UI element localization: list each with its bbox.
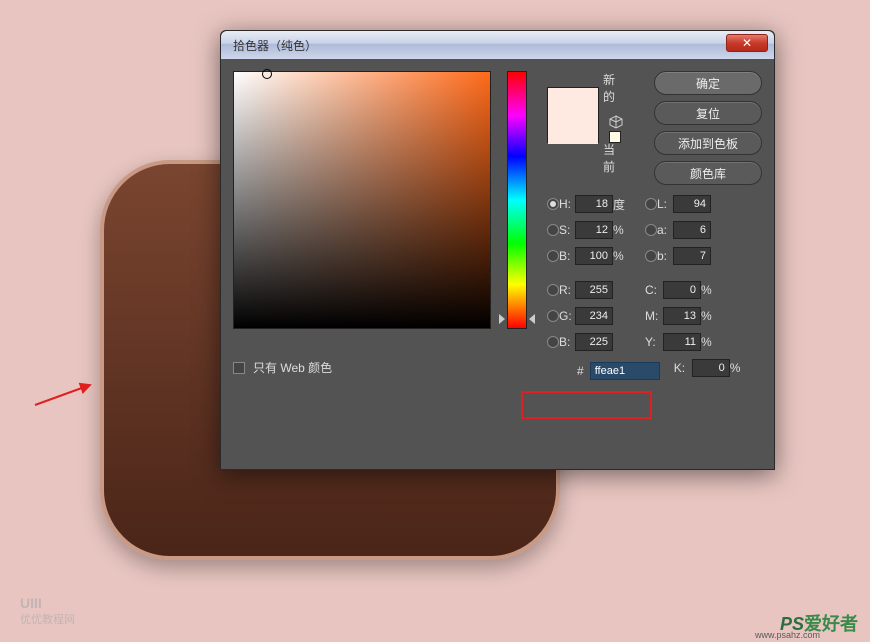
dialog-body: 只有 Web 颜色 新的 当前 确定 复位 添加到色板 颜色库 [221,59,774,469]
unit-m: % [701,309,717,323]
input-b-lab[interactable] [673,247,711,265]
hue-indicator-left-icon [499,314,505,324]
close-button[interactable]: ✕ [726,34,768,52]
label-a: a: [657,223,673,237]
input-b-hsb[interactable] [575,247,613,265]
dialog-title: 拾色器（纯色） [233,37,317,54]
saturation-value-picker[interactable] [233,71,491,329]
radio-s[interactable] [547,224,559,236]
unit-s: % [613,223,629,237]
radio-b-rgb[interactable] [547,336,559,348]
label-s: S: [559,223,575,237]
web-only-checkbox[interactable] [233,362,245,374]
add-swatch-button[interactable]: 添加到色板 [654,131,762,155]
label-b-lab: b: [657,249,673,263]
color-picker-dialog: 拾色器（纯色） ✕ 只有 Web 颜色 [220,30,775,470]
color-library-button[interactable]: 颜色库 [654,161,762,185]
radio-h[interactable] [547,198,559,210]
label-m: M: [645,309,663,323]
watermark-url: www.psahz.com [755,630,820,640]
radio-l[interactable] [645,198,657,210]
radio-b-hsb[interactable] [547,250,559,262]
label-r: R: [559,283,575,297]
input-a[interactable] [673,221,711,239]
label-k: K: [674,361,692,375]
hue-indicator-right-icon [529,314,535,324]
unit-h: 度 [613,196,629,213]
label-hex: # [577,364,584,378]
new-color-label: 新的 [603,71,615,105]
input-c[interactable] [663,281,701,299]
input-l[interactable] [673,195,711,213]
web-only-label: 只有 Web 颜色 [253,359,332,376]
radio-r[interactable] [547,284,559,296]
input-s[interactable] [575,221,613,239]
label-l: L: [657,197,673,211]
radio-a[interactable] [645,224,657,236]
watermark-left: UIII 优优教程网 [20,595,75,627]
input-g[interactable] [575,307,613,325]
websafe-swatch[interactable] [609,131,621,143]
ok-button[interactable]: 确定 [654,71,762,95]
current-color-label: 当前 [603,141,615,175]
color-preview-box [547,87,599,143]
radio-b-lab[interactable] [645,250,657,262]
input-m[interactable] [663,307,701,325]
input-k[interactable] [692,359,730,377]
label-g: G: [559,309,575,323]
unit-b-hsb: % [613,249,629,263]
current-color-swatch[interactable] [548,116,598,144]
input-h[interactable] [575,195,613,213]
input-y[interactable] [663,333,701,351]
close-icon: ✕ [742,36,752,50]
input-r[interactable] [575,281,613,299]
gamut-warning-icon[interactable] [609,115,623,129]
new-color-swatch [548,88,598,116]
reset-button[interactable]: 复位 [654,101,762,125]
unit-k: % [730,361,746,375]
label-b-rgb: B: [559,335,575,349]
input-b-rgb[interactable] [575,333,613,351]
sv-cursor-icon [262,69,272,79]
annotation-arrow [30,380,100,410]
label-c: C: [645,283,663,297]
unit-y: % [701,335,717,349]
input-hex[interactable] [590,362,660,380]
hue-slider[interactable] [507,71,527,329]
label-b-hsb: B: [559,249,575,263]
label-y: Y: [645,335,663,349]
unit-c: % [701,283,717,297]
label-h: H: [559,197,575,211]
titlebar[interactable]: 拾色器（纯色） ✕ [221,31,774,59]
radio-g[interactable] [547,310,559,322]
